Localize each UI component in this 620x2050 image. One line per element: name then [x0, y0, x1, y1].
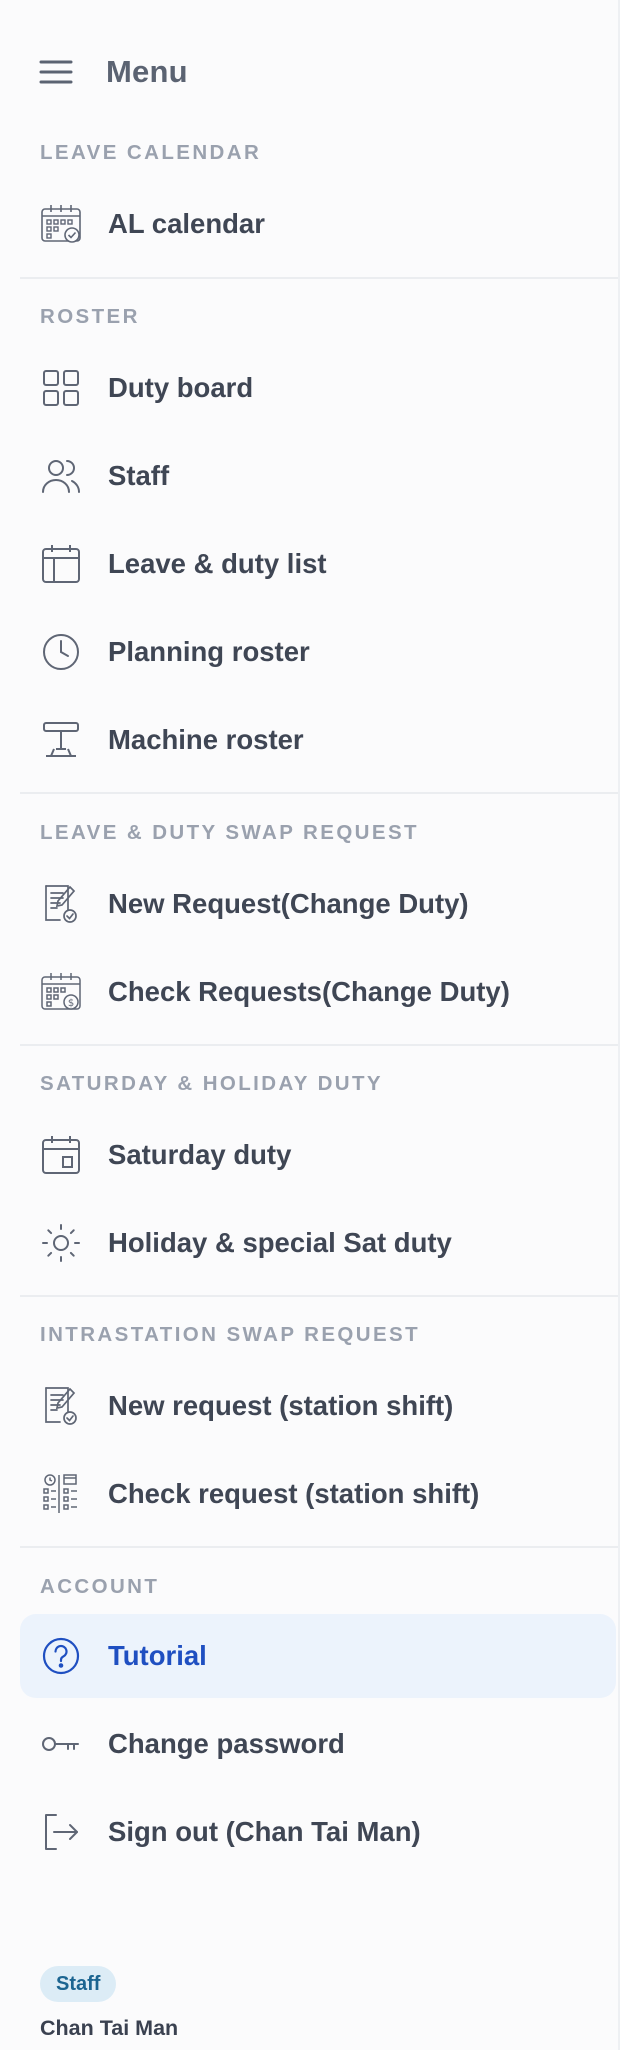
key-icon: [40, 1723, 82, 1765]
section-heading-saturday-holiday: SATURDAY & HOLIDAY DUTY: [40, 1072, 384, 1095]
sign-out-icon: [40, 1811, 82, 1853]
nav-item-saturday-duty[interactable]: Saturday duty: [20, 1115, 616, 1195]
nav-item-tutorial[interactable]: Tutorial: [20, 1614, 616, 1698]
calendar-check-icon: [40, 203, 82, 245]
nav-item-label: New Request(Change Duty): [108, 888, 469, 919]
nav-item-label: Check Requests(Change Duty): [108, 976, 510, 1007]
menu-title: Menu: [106, 54, 188, 89]
users-icon: [40, 455, 82, 497]
divider: [20, 1546, 618, 1548]
document-edit-icon: [40, 883, 82, 925]
machine-icon: [40, 719, 82, 761]
calendar-list-icon: [40, 543, 82, 585]
nav-item-check-request-station-shift[interactable]: Check request (station shift): [20, 1454, 616, 1534]
menu-header: Menu: [39, 44, 188, 100]
nav-item-label: Tutorial: [108, 1640, 207, 1671]
nav-item-sign-out[interactable]: Sign out (Chan Tai Man): [20, 1792, 616, 1872]
section-heading-account: ACCOUNT: [40, 1575, 160, 1598]
nav-item-new-request-change-duty[interactable]: New Request(Change Duty): [20, 864, 616, 944]
svg-text:$: $: [68, 998, 74, 1009]
question-circle-icon: [40, 1635, 82, 1677]
nav-item-planning-roster[interactable]: Planning roster: [20, 612, 616, 692]
calendar-money-icon: $: [40, 971, 82, 1013]
nav-item-machine-roster[interactable]: Machine roster: [20, 700, 616, 780]
nav-item-label: Sign out (Chan Tai Man): [108, 1816, 421, 1847]
section-heading-swap-request: LEAVE & DUTY SWAP REQUEST: [40, 821, 419, 844]
nav-item-label: Machine roster: [108, 724, 304, 755]
role-badge: Staff: [40, 1966, 117, 2002]
nav-item-label: Check request (station shift): [108, 1478, 480, 1509]
calendar-day-icon: [40, 1134, 82, 1176]
schedule-list-icon: [40, 1473, 82, 1515]
section-heading-intrastation: INTRASTATION SWAP REQUEST: [40, 1323, 421, 1346]
nav-item-change-password[interactable]: Change password: [20, 1704, 616, 1784]
divider: [20, 277, 618, 279]
nav-item-label: Saturday duty: [108, 1139, 292, 1170]
nav-item-leave-duty-list[interactable]: Leave & duty list: [20, 524, 616, 604]
hamburger-icon[interactable]: [36, 52, 76, 92]
section-heading-roster: ROSTER: [40, 305, 140, 328]
navigation-drawer: Menu LEAVE CALENDAR AL calendar ROSTER D…: [0, 0, 620, 2050]
nav-item-label: Duty board: [108, 372, 254, 403]
nav-item-label: Staff: [108, 460, 170, 491]
user-name: Chan Tai Man: [40, 2016, 179, 2040]
nav-item-new-request-station-shift[interactable]: New request (station shift): [20, 1366, 616, 1446]
document-edit-icon: [40, 1385, 82, 1427]
nav-item-holiday-special-sat-duty[interactable]: Holiday & special Sat duty: [20, 1203, 616, 1283]
nav-item-label: Holiday & special Sat duty: [108, 1227, 452, 1258]
nav-item-label: AL calendar: [108, 208, 265, 239]
nav-item-check-requests-change-duty[interactable]: $ Check Requests(Change Duty): [20, 952, 616, 1032]
divider: [20, 792, 618, 794]
nav-item-staff[interactable]: Staff: [20, 436, 616, 516]
divider: [20, 1044, 618, 1046]
nav-item-label: Leave & duty list: [108, 548, 327, 579]
nav-item-label: New request (station shift): [108, 1390, 454, 1421]
nav-item-label: Planning roster: [108, 636, 310, 667]
nav-item-label: Change password: [108, 1728, 345, 1759]
grid-icon: [40, 367, 82, 409]
nav-item-duty-board[interactable]: Duty board: [20, 348, 616, 428]
divider: [20, 1295, 618, 1297]
sun-icon: [40, 1222, 82, 1264]
clock-icon: [40, 631, 82, 673]
nav-item-al-calendar[interactable]: AL calendar: [20, 184, 616, 264]
section-heading-leave-calendar: LEAVE CALENDAR: [40, 141, 262, 164]
